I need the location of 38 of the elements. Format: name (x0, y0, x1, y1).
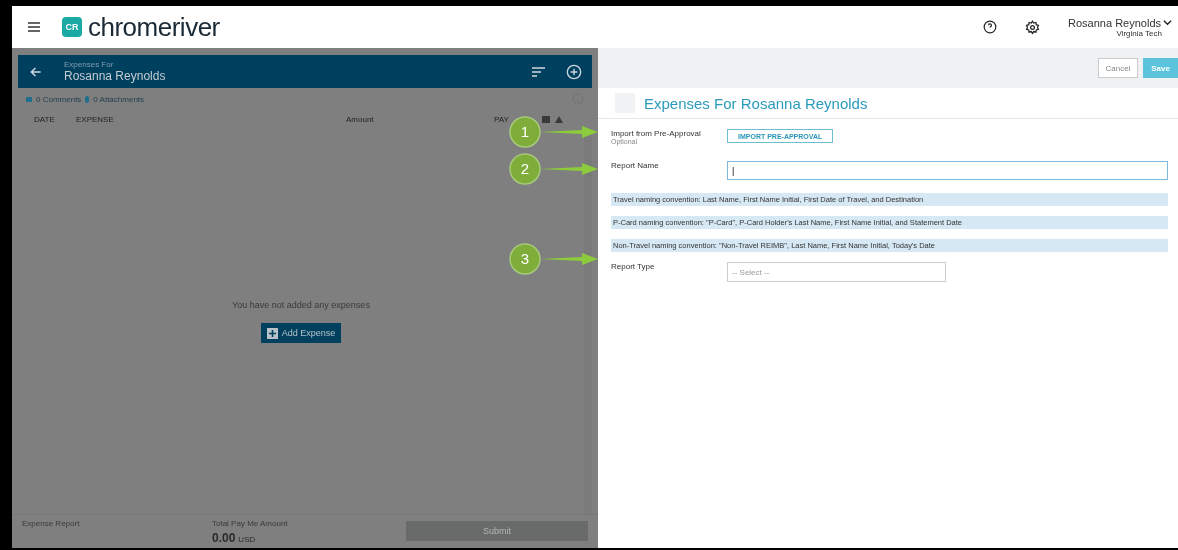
report-type-select[interactable]: -- Select -- (727, 262, 946, 282)
report-name-field[interactable]: | (727, 161, 1168, 180)
logo-text: chromeriver (88, 11, 220, 43)
callout-number: 1 (520, 123, 530, 140)
add-expense-button[interactable]: Add Expense (260, 323, 342, 343)
column-header: EXPENSE (76, 114, 115, 124)
menu-icon[interactable] (28, 22, 40, 32)
settings-icon[interactable] (1025, 19, 1041, 35)
form-title: Expenses For Rosanna Reynolds (644, 94, 868, 112)
column-header: DATE (34, 114, 56, 124)
empty-message: You have not added any expenses (232, 300, 370, 310)
currency: USD (238, 535, 256, 544)
column-header: Amount (346, 114, 375, 124)
header-subtitle: Expenses For (64, 60, 115, 69)
callout-badge (509, 116, 541, 148)
user-menu[interactable]: Rosanna Reynolds Virginia Tech (1068, 16, 1172, 38)
comments-count: 0 Comments (36, 94, 82, 104)
save-button[interactable]: Save (1143, 58, 1178, 78)
comment-icon (26, 96, 32, 102)
total-amount: 0.00 (212, 531, 236, 545)
warning-icon (555, 115, 563, 123)
total-label: Total Pay Me Amount (212, 519, 289, 528)
field-label: Report Name (611, 161, 660, 170)
paperclip-icon (85, 95, 90, 103)
cancel-button[interactable]: Cancel (1098, 58, 1138, 78)
note-icon (542, 115, 550, 123)
column-header: PAY (494, 114, 510, 124)
logo-mark: CR (62, 17, 82, 37)
chevron-down-icon (1163, 18, 1172, 27)
plus-icon (266, 327, 278, 339)
help-icon[interactable] (983, 20, 998, 34)
callout-badge (509, 243, 541, 275)
callout-number: 2 (520, 160, 530, 177)
callout-badge (509, 153, 541, 185)
callout-number: 3 (520, 250, 530, 267)
field-label: Report Type (611, 262, 656, 271)
header-title: Rosanna Reynolds (64, 69, 167, 83)
field-label: Import from Pre-Approval (611, 129, 702, 138)
